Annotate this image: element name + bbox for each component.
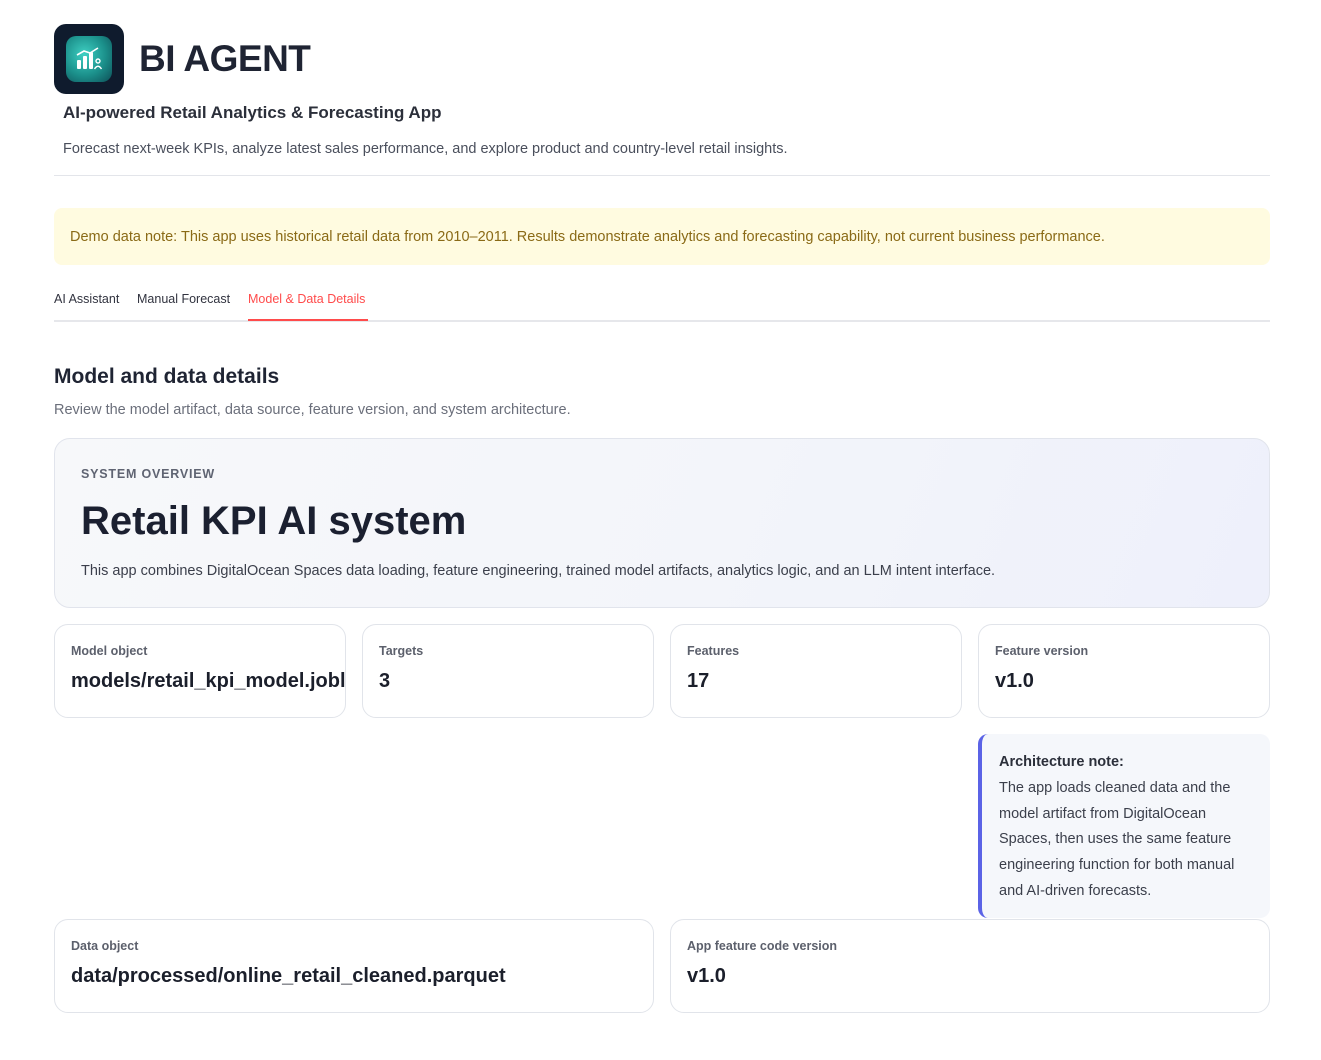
metric-label: Targets [379,644,424,658]
app-description: Forecast next-week KPIs, analyze latest … [63,141,788,157]
header-divider [54,175,1270,176]
overview-description: This app combines DigitalOcean Spaces da… [81,563,996,579]
metric-label: Feature version [995,644,1089,658]
system-overview-card: SYSTEM OVERVIEW Retail KPI AI system Thi… [54,438,1270,608]
metric-value: v1.0 [995,670,1034,692]
tab-model-data-details[interactable]: Model & Data Details [248,292,365,306]
demo-data-notice: Demo data note: This app uses historical… [54,208,1270,265]
page: BI AGENT AI-powered Retail Analytics & F… [0,0,1321,1060]
metric-card-feature-version: Feature version v1.0 [978,624,1270,718]
tab-manual-forecast[interactable]: Manual Forecast [137,292,230,306]
overview-title: Retail KPI AI system [81,499,467,543]
metric-label: Model object [71,644,148,658]
detail-card-app-feature-code-version: App feature code version v1.0 [670,919,1270,1013]
section-description: Review the model artifact, data source, … [54,402,571,418]
tab-ai-assistant[interactable]: AI Assistant [54,292,119,306]
metric-value: 17 [687,670,710,692]
app-title: BI AGENT [139,38,311,79]
app-subtitle: AI-powered Retail Analytics & Forecastin… [63,103,442,122]
metric-card-model-object: Model object models/retail_kpi_model.job… [54,624,346,718]
architecture-note-body: The app loads cleaned data and the model… [999,780,1235,899]
metric-label: Features [687,644,740,658]
detail-value: data/processed/online_retail_cleaned.par… [71,965,506,987]
metric-value: 3 [379,670,391,692]
architecture-note: Architecture note: The app loads cleaned… [978,734,1270,918]
section-title: Model and data details [54,365,280,388]
detail-label: Data object [71,939,139,953]
detail-card-data-object: Data object data/processed/online_retail… [54,919,654,1013]
architecture-note-title: Architecture note: [999,754,1124,770]
detail-value: v1.0 [687,965,726,987]
overview-label: SYSTEM OVERVIEW [81,467,216,481]
metric-card-targets: Targets 3 [362,624,654,718]
metric-value: models/retail_kpi_model.joblib [71,670,346,692]
active-tab-indicator [248,319,368,321]
tab-bar: AI Assistant Manual Forecast Model & Dat… [54,286,1270,322]
bar-chart-ai-icon [66,36,112,82]
app-logo [54,24,124,94]
notice-text: Demo data note: This app uses historical… [70,228,1105,245]
metric-card-features: Features 17 [670,624,962,718]
detail-label: App feature code version [687,939,838,953]
